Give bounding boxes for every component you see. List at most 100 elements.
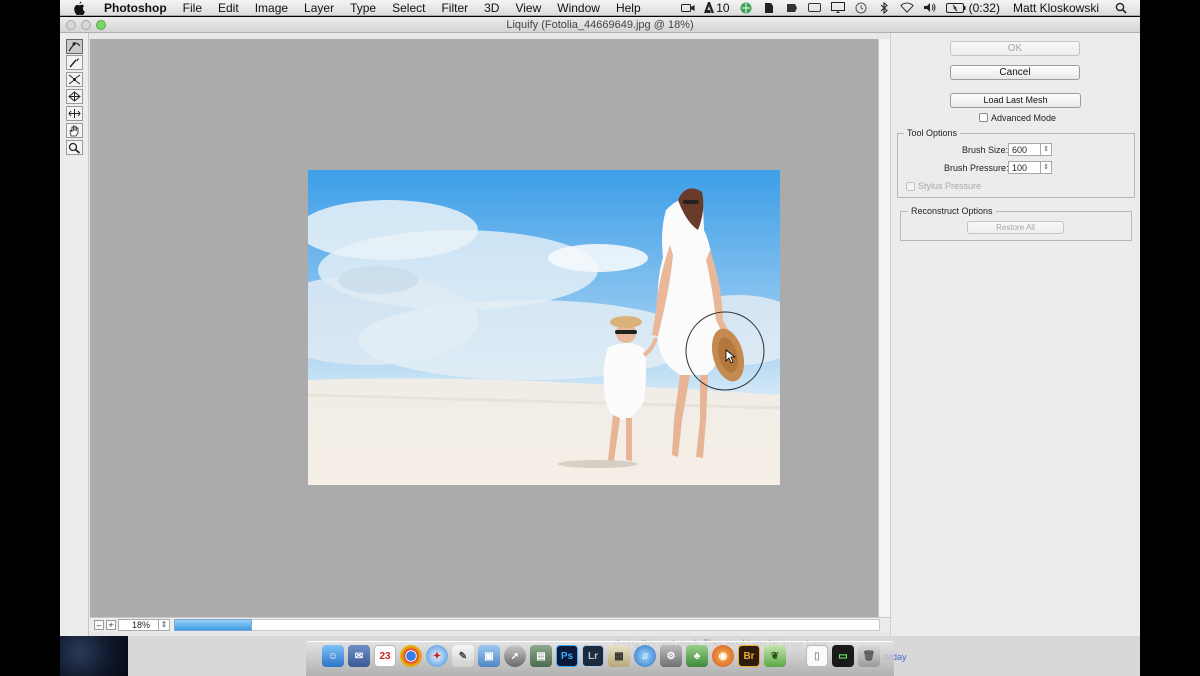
firefox-icon[interactable]: ◉	[712, 645, 734, 667]
reconstruct-tool[interactable]	[66, 55, 83, 70]
window-titlebar: Liquify (Fotolia_44669649.jpg @ 18%)	[60, 17, 1140, 33]
calendar-day: 23	[379, 650, 391, 662]
calendar-icon[interactable]: 23	[374, 645, 396, 667]
menu-bar: Photoshop File Edit Image Layer Type Sel…	[60, 0, 1140, 16]
zoom-level-stepper[interactable]: ⇕	[158, 619, 169, 631]
textedit-icon[interactable]: ✎	[452, 645, 474, 667]
menu-file[interactable]: File	[175, 1, 210, 15]
brush-size-stepper[interactable]: ⇕	[1040, 144, 1051, 155]
battery-status[interactable]: (0:32)	[945, 0, 1000, 15]
lightroom-icon[interactable]: Lr	[582, 645, 604, 667]
brush-pressure-field[interactable]: 100 ⇕	[1008, 161, 1052, 174]
stylus-pressure-label: Stylus Pressure	[918, 181, 982, 191]
reconstruct-icon	[69, 58, 79, 68]
preview-image[interactable]	[308, 170, 780, 485]
menu-app-photoshop[interactable]: Photoshop	[96, 1, 175, 15]
brush-pressure-label: Brush Pressure:	[944, 163, 1009, 173]
load-last-mesh-button[interactable]: Load Last Mesh	[950, 93, 1081, 108]
user-name[interactable]: Matt Kloskowski	[1013, 1, 1099, 15]
spotlight-search-icon[interactable]	[1114, 2, 1128, 14]
window-title: Liquify (Fotolia_44669649.jpg @ 18%)	[506, 19, 694, 31]
brush-pressure-stepper[interactable]: ⇕	[1040, 162, 1051, 173]
globe-sync-icon[interactable]	[739, 2, 753, 13]
launchpad-icon[interactable]: ➚	[504, 645, 526, 667]
menu-3d[interactable]: 3D	[476, 1, 507, 15]
ok-button[interactable]: OK	[950, 41, 1080, 56]
reconstruct-options-title: Reconstruct Options	[908, 206, 996, 216]
brush-size-value: 600	[1012, 145, 1028, 155]
canvas-vertical-scrollbar[interactable]	[878, 39, 890, 630]
zoom-icon	[68, 142, 81, 154]
forward-warp-icon	[68, 42, 81, 52]
close-window-button[interactable]	[66, 20, 76, 30]
menu-extra-icon[interactable]	[785, 2, 799, 13]
evernote-icon[interactable]	[762, 2, 776, 13]
menu-image[interactable]: Image	[247, 1, 296, 15]
safari-icon[interactable]: ✦	[426, 645, 448, 667]
menu-type[interactable]: Type	[342, 1, 384, 15]
menu-help[interactable]: Help	[608, 1, 649, 15]
zoom-window-button[interactable]	[96, 20, 106, 30]
chrome-icon[interactable]	[400, 645, 422, 667]
desktop-wallpaper	[60, 636, 128, 676]
beach-photo	[308, 170, 780, 485]
bridge-dock-label: Br	[743, 650, 755, 662]
preview-icon[interactable]: ▦	[608, 645, 630, 667]
zoom-tool[interactable]	[66, 140, 83, 155]
menu-window[interactable]: Window	[549, 1, 608, 15]
time-machine-icon[interactable]	[854, 2, 868, 13]
push-left-tool[interactable]	[66, 106, 83, 121]
zoom-out-button[interactable]: –	[94, 620, 104, 630]
pucker-tool[interactable]	[66, 72, 83, 87]
screen: during this next week. They would you be…	[0, 0, 1200, 676]
document-icon[interactable]: ▯	[806, 645, 828, 667]
advanced-mode-checkbox[interactable]	[979, 113, 988, 122]
menu-view[interactable]: View	[507, 1, 549, 15]
cancel-button[interactable]: Cancel	[950, 65, 1080, 80]
finder-icon[interactable]: ☺	[322, 645, 344, 667]
bloat-icon	[68, 91, 81, 102]
minimize-window-button[interactable]	[81, 20, 91, 30]
evernote-dock-icon[interactable]: ♣	[686, 645, 708, 667]
facetime-camera-icon[interactable]	[681, 2, 695, 13]
hand-icon	[69, 125, 79, 136]
iphoto-icon[interactable]: ▣	[478, 645, 500, 667]
photoshop-icon[interactable]: Ps	[556, 645, 578, 667]
zoom-in-button[interactable]: +	[106, 620, 116, 630]
menu-layer[interactable]: Layer	[296, 1, 342, 15]
bluetooth-icon[interactable]	[877, 1, 891, 14]
stylus-pressure-checkbox[interactable]	[906, 182, 915, 191]
adobe-updates-status[interactable]: 10	[704, 1, 730, 15]
photo-app-icon[interactable]: ▤	[530, 645, 552, 667]
liquify-canvas[interactable]	[90, 39, 878, 617]
system-preferences-icon[interactable]: ⚙	[660, 645, 682, 667]
tool-options-group: Tool Options Brush Size: 600 ⇕ Brush Pre…	[897, 128, 1135, 198]
display-mirroring-icon[interactable]	[830, 1, 845, 13]
menu-select[interactable]: Select	[384, 1, 433, 15]
push-left-icon	[68, 109, 81, 118]
feather-app-icon[interactable]: ❦	[764, 645, 786, 667]
photoshop-dock-label: Ps	[560, 650, 574, 662]
bridge-icon[interactable]: Br	[738, 645, 760, 667]
hand-tool[interactable]	[66, 123, 83, 138]
wifi-icon[interactable]	[899, 2, 914, 13]
mail-icon[interactable]: ✉	[348, 645, 370, 667]
liquify-options-panel: OK Cancel Load Last Mesh Advanced Mode T…	[890, 33, 1140, 636]
apple-menu-icon[interactable]	[72, 1, 86, 15]
battery-time: (0:32)	[968, 0, 1000, 15]
liquify-window: Liquify (Fotolia_44669649.jpg @ 18%) – +…	[60, 17, 1140, 636]
bloat-tool[interactable]	[66, 89, 83, 104]
trash-icon[interactable]: 🗑	[858, 645, 880, 667]
window-status-icon[interactable]	[808, 2, 822, 13]
terminal-icon[interactable]: ▭	[832, 645, 854, 667]
brush-size-field[interactable]: 600 ⇕	[1008, 143, 1052, 156]
restore-all-button[interactable]: Restore All	[967, 221, 1064, 234]
itunes-icon[interactable]: ♫	[634, 645, 656, 667]
brush-pressure-value: 100	[1012, 163, 1028, 173]
menu-edit[interactable]: Edit	[210, 1, 247, 15]
menu-filter[interactable]: Filter	[433, 1, 476, 15]
forward-warp-tool[interactable]	[66, 39, 83, 54]
dock: ☺ ✉ 23 ✦ ✎ ▣ ➚ ▤ Ps Lr ▦ ♫ ⚙ ♣ ◉ Br ❦ ▯ …	[306, 641, 894, 676]
zoom-bar: – + 18% ⇕	[90, 617, 890, 631]
volume-icon[interactable]	[923, 2, 937, 13]
